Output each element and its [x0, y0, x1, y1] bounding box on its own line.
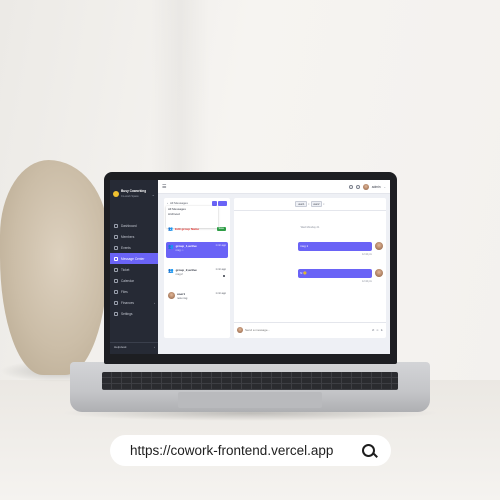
unread-dot: [223, 275, 225, 277]
user-name[interactable]: admin: [372, 185, 381, 189]
laptop-trackpad: [178, 392, 322, 408]
chat-last-message: msg ☺: [175, 248, 184, 252]
url-text[interactable]: https://cowork-frontend.vercel.app: [130, 443, 333, 458]
sidebar-item-label: Settings: [121, 311, 133, 316]
list-item[interactable]: 👥 group_1,active msg ☺ 1 min ago: [166, 242, 228, 258]
main-content: ‹ All Messages All Messages Archived 👥 E…: [158, 194, 390, 354]
divider: [234, 210, 386, 211]
chat-list-panel: ‹ All Messages All Messages Archived 👥 E…: [164, 198, 230, 338]
gear-icon: [114, 311, 118, 316]
scene: Busy Coworking Co-work Space ⌄ Dashboard…: [0, 0, 500, 500]
back-icon[interactable]: ‹: [167, 201, 168, 205]
avatar: [237, 326, 243, 333]
sidebar-item-message-center[interactable]: Message Center: [110, 253, 158, 264]
sidebar-item-files[interactable]: Files: [110, 286, 158, 297]
group-icon: 👥: [168, 226, 173, 231]
chevron-right-icon: ›: [154, 344, 155, 349]
add-chat-button[interactable]: [212, 200, 217, 206]
wallet-icon: [114, 300, 118, 305]
filter-label[interactable]: All Messages: [170, 201, 188, 205]
notification-icon[interactable]: [348, 184, 353, 189]
edit-group-label[interactable]: Edit group Name: [175, 227, 199, 231]
ceramic-vase: [0, 160, 108, 375]
folder-icon: [114, 289, 118, 294]
message-composer: ⊘ ☺ ➤: [234, 322, 386, 336]
chat-last-message: msg 2: [175, 272, 183, 276]
group-icon: 👥: [168, 268, 174, 273]
date-separator: Wed Monday 21: [300, 226, 320, 229]
sidebar-item-members[interactable]: Members: [110, 231, 158, 242]
chat-time: 1 min ago: [215, 244, 227, 247]
brand-subtitle: Co-work Space: [121, 195, 139, 198]
avatar: [375, 242, 383, 250]
sidebar-item-ticket[interactable]: Ticket: [110, 264, 158, 275]
sidebar-item-label: Dashboard: [121, 223, 137, 228]
send-icon[interactable]: ➤: [380, 328, 383, 332]
sidebar-item-calendar[interactable]: Calendar: [110, 275, 158, 286]
helpdesk-label: Helpdesk: [114, 344, 127, 349]
participant-tags: user1 × user2 ×: [234, 200, 386, 208]
top-bar: ☰ admin ⌄: [158, 180, 390, 194]
sidebar-item-label: Message Center: [121, 256, 145, 261]
chat-list: 👥 group_1,active msg ☺ 1 min ago 👥 group…: [166, 242, 228, 314]
brand[interactable]: Busy Coworking Co-work Space ⌄: [113, 185, 155, 203]
sidebar-nav: Dashboard Members Events Message Center …: [110, 220, 158, 319]
participant-tag[interactable]: user1: [295, 201, 307, 207]
calendar-icon: [114, 245, 118, 250]
brand-logo-icon: [113, 191, 119, 197]
message-time: 12:44 pm: [362, 280, 372, 283]
group-icon: 👥: [168, 244, 174, 249]
sidebar-item-label: Ticket: [121, 267, 130, 272]
list-item[interactable]: 👥 group_2,active msg 2 1 min ago: [166, 266, 228, 282]
list-item[interactable]: user1 new msg 1 min ago: [166, 290, 228, 306]
sidebar-item-label: Finances: [121, 300, 134, 305]
avatar: [375, 269, 383, 277]
user-icon: [114, 234, 118, 239]
sidebar-item-label: Members: [121, 234, 135, 239]
dropdown-option[interactable]: Archived: [168, 212, 216, 217]
chevron-down-icon[interactable]: ⌄: [383, 185, 386, 189]
save-group-button[interactable]: Save: [216, 226, 226, 231]
participant-tag[interactable]: user2: [310, 201, 322, 207]
avatar[interactable]: [362, 183, 369, 190]
chat-icon: [114, 256, 118, 261]
sidebar-item-label: Files: [121, 289, 128, 294]
sidebar: Busy Coworking Co-work Space ⌄ Dashboard…: [110, 180, 158, 354]
close-icon[interactable]: ×: [323, 203, 325, 206]
message-bubble: msg 1: [298, 242, 372, 251]
message-input[interactable]: [245, 327, 335, 332]
sidebar-item-dashboard[interactable]: Dashboard: [110, 220, 158, 231]
sidebar-item-events[interactable]: Events: [110, 242, 158, 253]
chevron-right-icon: ›: [154, 300, 155, 305]
search-icon[interactable]: [361, 443, 377, 459]
sidebar-item-finances[interactable]: Finances ›: [110, 297, 158, 308]
helpdesk-row[interactable]: Helpdesk ›: [110, 342, 158, 350]
sidebar-item-settings[interactable]: Settings: [110, 308, 158, 319]
conversation-panel: user1 × user2 × Wed Monday 21 msg 1 12:4…: [234, 198, 386, 338]
edit-group-row[interactable]: 👥 Edit group Name Save: [168, 225, 226, 232]
sidebar-item-label: Events: [121, 245, 131, 250]
url-bar[interactable]: https://cowork-frontend.vercel.app: [110, 435, 391, 466]
grid-icon: [114, 223, 118, 228]
message-bubble: hi 😊: [298, 269, 372, 278]
avatar: [168, 292, 175, 299]
hamburger-icon[interactable]: ☰: [162, 184, 166, 190]
new-group-button[interactable]: [218, 200, 227, 206]
attach-icon[interactable]: ⊘: [372, 328, 375, 332]
laptop-keyboard: [102, 372, 398, 390]
calendar-icon: [114, 278, 118, 283]
settings-icon[interactable]: [355, 184, 360, 189]
close-icon[interactable]: ×: [308, 203, 310, 206]
emoji-icon[interactable]: ☺: [376, 328, 379, 332]
chat-time: 1 min ago: [215, 268, 227, 271]
ticket-icon: [114, 267, 118, 272]
chat-last-message: new msg: [177, 296, 188, 300]
chat-time: 1 min ago: [215, 292, 227, 295]
message-time: 12:44 pm: [362, 253, 372, 256]
chevron-icon[interactable]: ⌄: [152, 192, 155, 197]
sidebar-item-label: Calendar: [121, 278, 134, 283]
laptop-screen: Busy Coworking Co-work Space ⌄ Dashboard…: [110, 180, 390, 354]
